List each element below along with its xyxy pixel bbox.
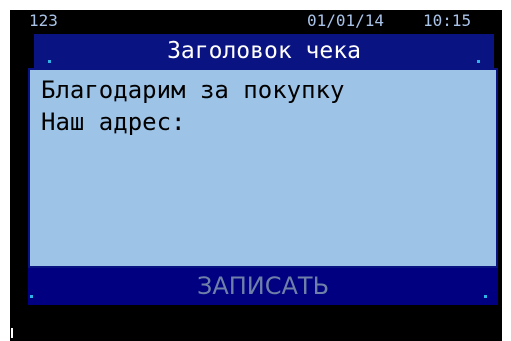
status-time: 10:15 [423,11,472,30]
corner-dot-right [484,295,487,298]
save-button[interactable]: ЗАПИСАТЬ [28,268,498,305]
receipt-header-field[interactable]: Заголовок чека [34,34,494,68]
receipt-line-2: Наш адрес: [41,108,186,136]
cursor-mark [11,328,13,338]
receipt-line-1: Благодарим за покупку [41,76,345,104]
status-counter: 123 [29,11,58,30]
receipt-text-area[interactable]: Благодарим за покупку Наш адрес: [28,68,498,268]
device-screen: 123 01/01/14 10:15 Заголовок чека Благод… [10,10,502,341]
corner-dot-right [477,60,480,63]
save-button-label: ЗАПИСАТЬ [196,272,330,300]
status-bar: 123 01/01/14 10:15 [10,10,502,32]
status-date: 01/01/14 [307,11,385,30]
receipt-header-title: Заголовок чека [167,38,361,64]
